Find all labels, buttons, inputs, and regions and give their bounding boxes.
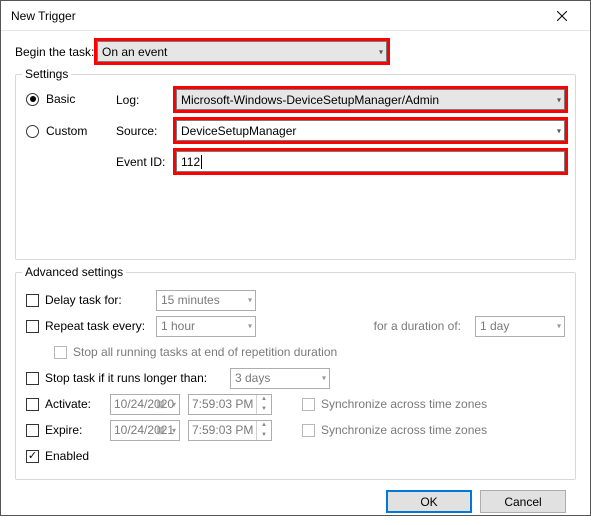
activate-date-value: 10/24/2020 xyxy=(114,397,174,411)
begin-task-value: On an event xyxy=(102,45,167,59)
stop-longer-combo[interactable]: 3 days ▾ xyxy=(230,368,330,389)
stop-running-label: Stop all running tasks at end of repetit… xyxy=(73,345,337,359)
sync-tz-label-1: Synchronize across time zones xyxy=(321,397,487,411)
chevron-down-icon: ▾ xyxy=(248,296,252,305)
chevron-down-icon: ▾ xyxy=(172,426,176,435)
eventid-input[interactable]: 112 xyxy=(176,151,565,172)
activate-checkbox[interactable]: Activate: xyxy=(26,397,102,411)
settings-group: Settings Basic Custom Log: xyxy=(15,74,576,260)
checkbox-icon xyxy=(302,398,315,411)
titlebar: New Trigger xyxy=(1,1,590,31)
sync-tz-checkbox-1: Synchronize across time zones xyxy=(302,397,487,411)
radio-dot-icon xyxy=(26,125,39,138)
advanced-legend: Advanced settings xyxy=(22,265,126,279)
chevron-down-icon: ▾ xyxy=(322,374,326,383)
checkbox-checked-icon xyxy=(26,450,39,463)
calendar-icon: ▦ xyxy=(156,425,165,436)
delay-combo[interactable]: 15 minutes ▾ xyxy=(156,290,256,311)
checkbox-icon xyxy=(26,398,39,411)
begin-task-combo[interactable]: On an event ▾ xyxy=(97,41,387,62)
source-combo[interactable]: DeviceSetupManager ▾ xyxy=(176,120,565,141)
settings-legend: Settings xyxy=(22,67,71,81)
sync-tz-label-2: Synchronize across time zones xyxy=(321,423,487,437)
activate-time-value: 7:59:03 PM xyxy=(192,397,253,411)
duration-combo[interactable]: 1 day ▾ xyxy=(475,316,565,337)
chevron-down-icon: ▾ xyxy=(557,126,561,135)
window-title: New Trigger xyxy=(11,9,540,23)
chevron-down-icon: ▾ xyxy=(557,322,561,331)
activate-date[interactable]: 10/24/2020 ▦ ▾ xyxy=(110,394,180,415)
delay-value: 15 minutes xyxy=(161,293,220,307)
expire-date-value: 10/24/2021 xyxy=(114,423,174,437)
stop-longer-checkbox[interactable]: Stop task if it runs longer than: xyxy=(26,371,222,385)
source-value: DeviceSetupManager xyxy=(181,124,296,138)
custom-radio-label: Custom xyxy=(46,124,87,138)
repeat-checkbox[interactable]: Repeat task every: xyxy=(26,319,148,333)
text-caret xyxy=(201,155,202,169)
custom-radio[interactable]: Custom xyxy=(26,124,116,138)
checkbox-icon xyxy=(26,294,39,307)
stop-longer-value: 3 days xyxy=(235,371,270,385)
delay-checkbox[interactable]: Delay task for: xyxy=(26,293,148,307)
ok-button[interactable]: OK xyxy=(386,490,472,513)
checkbox-icon xyxy=(26,424,39,437)
chevron-down-icon: ▾ xyxy=(379,47,383,56)
activate-label: Activate: xyxy=(45,397,91,411)
expire-date[interactable]: 10/24/2021 ▦ ▾ xyxy=(110,420,180,441)
duration-value: 1 day xyxy=(480,319,509,333)
expire-time-value: 7:59:03 PM xyxy=(192,423,253,437)
basic-radio-label: Basic xyxy=(46,92,75,106)
close-icon xyxy=(557,11,567,21)
repeat-label: Repeat task every: xyxy=(45,319,145,333)
chevron-down-icon: ▾ xyxy=(172,400,176,409)
stop-running-checkbox: Stop all running tasks at end of repetit… xyxy=(54,345,337,359)
spinner-icon: ▲▼ xyxy=(256,421,271,440)
expire-time[interactable]: 7:59:03 PM ▲▼ xyxy=(188,420,272,441)
expire-checkbox[interactable]: Expire: xyxy=(26,423,102,437)
duration-label: for a duration of: xyxy=(264,319,467,333)
enabled-checkbox[interactable]: Enabled xyxy=(26,449,89,463)
sync-tz-checkbox-2: Synchronize across time zones xyxy=(302,423,487,437)
delay-label: Delay task for: xyxy=(45,293,122,307)
ok-button-label: OK xyxy=(420,495,437,509)
spinner-icon: ▲▼ xyxy=(256,395,271,414)
begin-task-label: Begin the task: xyxy=(15,45,97,59)
checkbox-icon xyxy=(26,320,39,333)
checkbox-icon xyxy=(26,372,39,385)
checkbox-icon xyxy=(302,424,315,437)
eventid-value: 112 xyxy=(181,155,200,169)
cancel-button-label: Cancel xyxy=(504,495,541,509)
new-trigger-dialog: New Trigger Begin the task: On an event … xyxy=(0,0,591,516)
log-combo[interactable]: Microsoft-Windows-DeviceSetupManager/Adm… xyxy=(176,89,565,110)
cancel-button[interactable]: Cancel xyxy=(480,490,566,513)
eventid-label: Event ID: xyxy=(116,155,176,169)
enabled-label: Enabled xyxy=(45,449,89,463)
chevron-down-icon: ▾ xyxy=(557,95,561,104)
repeat-value: 1 hour xyxy=(161,319,195,333)
advanced-group: Advanced settings Delay task for: 15 min… xyxy=(15,272,576,480)
source-label: Source: xyxy=(116,124,176,138)
radio-dot-icon xyxy=(26,93,39,106)
stop-longer-label: Stop task if it runs longer than: xyxy=(45,371,207,385)
repeat-combo[interactable]: 1 hour ▾ xyxy=(156,316,256,337)
log-label: Log: xyxy=(116,93,176,107)
activate-time[interactable]: 7:59:03 PM ▲▼ xyxy=(188,394,272,415)
expire-label: Expire: xyxy=(45,423,82,437)
basic-radio[interactable]: Basic xyxy=(26,92,116,106)
checkbox-icon xyxy=(54,346,67,359)
chevron-down-icon: ▾ xyxy=(248,322,252,331)
close-button[interactable] xyxy=(540,1,584,30)
log-value: Microsoft-Windows-DeviceSetupManager/Adm… xyxy=(181,93,439,107)
calendar-icon: ▦ xyxy=(156,399,165,410)
